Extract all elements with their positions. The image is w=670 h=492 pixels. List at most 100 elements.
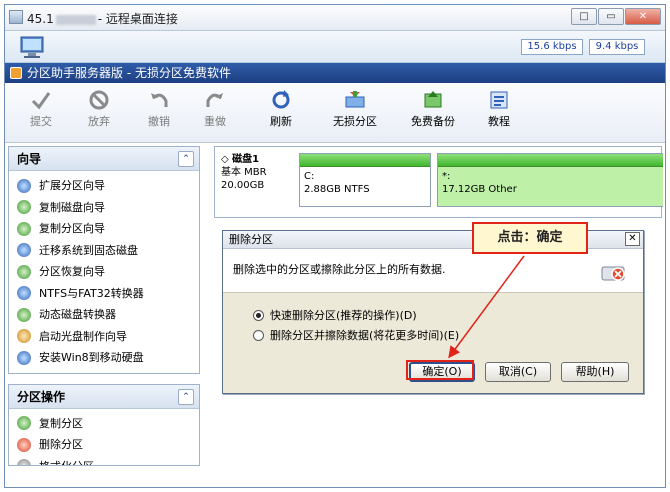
check-icon — [31, 92, 51, 110]
dialog-message-area: 删除选中的分区或擦除此分区上的所有数据. — [223, 249, 643, 293]
format-partition-icon — [17, 459, 31, 465]
wizard-item-label: 复制磁盘向导 — [39, 200, 105, 214]
undo-label: 撤销 — [148, 115, 170, 128]
wizard-item-label: 启动光盘制作向导 — [39, 329, 127, 343]
rdp-app-icon — [9, 10, 23, 24]
rdp-title-text: - 远程桌面连接 — [97, 12, 178, 26]
partition-ops-title: 分区操作 — [17, 389, 66, 404]
left-sidebar: 向导 ⌃ 扩展分区向导 复制磁盘向导 复制分区向导 迁移系统到固态磁盘 分区恢复… — [8, 146, 200, 484]
wizard-item-label: 安装Win8到移动硬盘 — [39, 351, 144, 364]
wizard-item-win8-usb[interactable]: 安装Win8到移动硬盘 — [17, 347, 199, 369]
minimize-button[interactable]: ▭ — [598, 8, 624, 25]
ok-button-highlight — [406, 360, 474, 380]
download-speed: 9.4 kbps — [589, 39, 645, 55]
refresh-icon — [272, 90, 290, 109]
dialog-message: 删除选中的分区或擦除此分区上的所有数据. — [233, 263, 446, 276]
wizard-panel-header[interactable]: 向导 ⌃ — [9, 147, 199, 171]
collapse-icon[interactable]: ⌃ — [178, 151, 194, 167]
option-wipe-delete[interactable]: 删除分区并擦除数据(将花更多时间)(E) — [253, 327, 459, 343]
disk-type: 基本 MBR — [221, 167, 267, 178]
discard-label: 放弃 — [88, 115, 110, 128]
partition-other[interactable]: *: 17.12GB Other — [437, 153, 663, 207]
option-fast-delete[interactable]: 快速删除分区(推荐的操作)(D) — [253, 307, 417, 323]
upload-speed: 15.6 kbps — [521, 39, 583, 55]
undo-button[interactable]: 撤销 — [139, 89, 179, 129]
wizard-item-migrate-ssd[interactable]: 迁移系统到固态磁盘 — [17, 240, 199, 262]
dialog-close-button[interactable]: ✕ — [625, 232, 640, 246]
partition-other-detail: 17.12GB Other — [442, 184, 517, 195]
wizard-item-extend-partition[interactable]: 扩展分区向导 — [17, 175, 199, 197]
recovery-icon — [17, 264, 31, 279]
wipe-delete-label: 删除分区并擦除数据(将花更多时间)(E) — [270, 329, 460, 342]
partition-icon — [345, 91, 365, 108]
help-button[interactable]: 帮助(H) — [561, 362, 629, 382]
op-copy-partition[interactable]: 复制分区 — [17, 413, 199, 435]
discard-icon — [89, 90, 109, 110]
fast-delete-label: 快速删除分区(推荐的操作)(D) — [270, 309, 417, 322]
convert-fs-icon — [17, 286, 31, 301]
partition-ops-panel: 分区操作 ⌃ 复制分区 删除分区 格式化分区 — [8, 383, 200, 466]
partition-c-letter: C: — [304, 171, 315, 182]
disk-name: ◇ 磁盘1 — [221, 154, 260, 165]
disk-map: ◇ 磁盘1 基本 MBR 20.00GB C: 2.88GB NTFS *: 1… — [214, 146, 663, 218]
redo-icon — [206, 93, 223, 107]
fast-delete-radio[interactable] — [253, 309, 264, 321]
dialog-title: 删除分区 — [229, 233, 273, 246]
partition-c-labels: C: 2.88GB NTFS — [300, 167, 430, 196]
copy-partition-icon — [17, 221, 31, 236]
extend-partition-icon — [17, 178, 31, 193]
wizard-item-boot-cd[interactable]: 启动光盘制作向导 — [17, 326, 199, 348]
collapse-icon[interactable]: ⌃ — [178, 388, 194, 405]
wizard-item-label: 动态磁盘转换器 — [39, 308, 116, 321]
tutorial-button[interactable]: 教程 — [479, 89, 519, 129]
computer-icon — [20, 36, 44, 58]
wizard-item-label: 分区恢复向导 — [39, 265, 105, 278]
cancel-button[interactable]: 取消(C) — [485, 362, 551, 382]
close-button[interactable]: ✕ — [625, 8, 661, 25]
partition-c[interactable]: C: 2.88GB NTFS — [299, 153, 431, 207]
backup-button[interactable]: 免费备份 — [405, 89, 461, 129]
partition-ops-header[interactable]: 分区操作 ⌃ — [9, 384, 199, 409]
wipe-delete-radio[interactable] — [253, 329, 264, 341]
partition-c-detail: 2.88GB NTFS — [304, 184, 370, 195]
wizard-item-copy-disk[interactable]: 复制磁盘向导 — [17, 197, 199, 219]
tutorial-icon — [490, 91, 508, 109]
dynamic-disk-icon — [17, 307, 31, 322]
main-toolbar: 提交 放弃 撤销 重做 刷新 无损分区 免费备份 教程 — [5, 83, 665, 143]
wizard-item-label: NTFS与FAT32转换器 — [39, 286, 144, 300]
windows-to-go-icon — [17, 350, 31, 365]
commit-label: 提交 — [30, 115, 52, 128]
undo-icon — [151, 93, 168, 107]
refresh-button[interactable]: 刷新 — [261, 89, 301, 129]
wizard-item-label: 复制分区向导 — [39, 222, 105, 235]
partition-button[interactable]: 无损分区 — [327, 89, 383, 129]
op-label: 复制分区 — [39, 416, 83, 430]
op-label: 格式化分区 — [39, 456, 94, 465]
partition-other-letter: *: — [442, 171, 451, 182]
op-delete-partition[interactable]: 删除分区 — [17, 434, 199, 456]
rdp-window-title: 45.1 - 远程桌面连接 — [27, 10, 178, 27]
delete-partition-icon — [17, 437, 31, 452]
rdp-title-host: 45.1 — [27, 12, 54, 26]
redo-label: 重做 — [204, 115, 226, 128]
connection-bar: 15.6 kbps 9.4 kbps — [5, 31, 665, 63]
redo-button[interactable]: 重做 — [195, 89, 235, 129]
restore-button[interactable]: □ — [571, 8, 597, 25]
rdp-window-controls: □ ▭ ✕ — [571, 8, 661, 25]
backup-label: 免费备份 — [411, 115, 455, 128]
commit-button[interactable]: 提交 — [21, 89, 61, 129]
delete-disk-icon — [601, 266, 625, 281]
disk-size: 20.00GB — [221, 180, 265, 191]
wizard-item-dynamic-disk[interactable]: 动态磁盘转换器 — [17, 304, 199, 326]
discard-button[interactable]: 放弃 — [79, 89, 119, 129]
op-format-partition[interactable]: 格式化分区 — [17, 456, 199, 465]
wizard-item-ntfs-fat32[interactable]: NTFS与FAT32转换器 — [17, 283, 199, 305]
copy-disk-icon — [17, 200, 31, 215]
wizard-panel-body: 扩展分区向导 复制磁盘向导 复制分区向导 迁移系统到固态磁盘 分区恢复向导 NT… — [9, 171, 199, 373]
disk-info[interactable]: ◇ 磁盘1 基本 MBR 20.00GB — [221, 153, 291, 192]
migrate-os-icon — [17, 243, 31, 258]
wizard-item-partition-recovery[interactable]: 分区恢复向导 — [17, 261, 199, 283]
app-titlebar: 分区助手服务器版 - 无损分区免费软件 — [5, 63, 665, 83]
wizard-item-copy-partition[interactable]: 复制分区向导 — [17, 218, 199, 240]
partition-label: 无损分区 — [333, 115, 377, 128]
